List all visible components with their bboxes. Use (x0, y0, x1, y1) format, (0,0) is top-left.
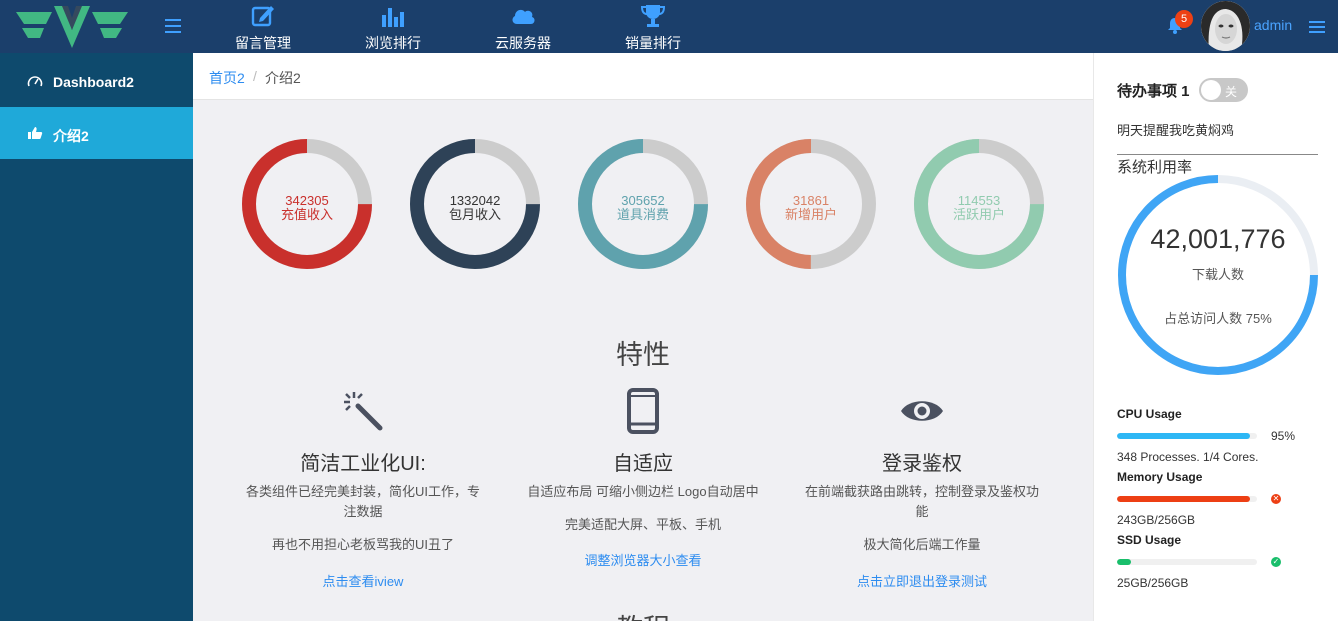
feature-heading: 自适应 (613, 453, 673, 475)
resize-browser-link[interactable]: 调整浏览器大小查看 (513, 550, 773, 569)
memory-usage-fill (1117, 496, 1250, 502)
sidebar-item-intro2[interactable]: 介绍2 (0, 107, 193, 159)
top-navbar: 留言管理 浏览排行 云服务器 销量排行 5 admin (0, 0, 1338, 53)
sidebar-item-label: 介绍2 (53, 128, 89, 144)
stat-label: 包月收入 (448, 207, 501, 222)
nav-label: 浏览排行 (365, 35, 421, 51)
menu-icon[interactable] (1308, 18, 1326, 36)
memory-usage-bar (1117, 496, 1257, 502)
stat-value: 342305 (285, 193, 329, 208)
feature-line: 在前端截获路由跳转，控制登录及鉴权功 (804, 484, 1039, 499)
cpu-usage-info: 348 Processes. 1/4 Cores. (1117, 450, 1259, 464)
stat-ring-new-users: 31861 新增用户 (745, 138, 877, 270)
feature-line: 注数据 (343, 504, 383, 519)
cpu-usage-bar (1117, 433, 1257, 439)
breadcrumb-current: 介绍2 (265, 70, 301, 86)
menu-toggle-icon[interactable] (163, 16, 183, 36)
sidebar-item-dashboard2[interactable]: Dashboard2 (0, 55, 193, 107)
right-panel: 待办事项 1 关 明天提醒我吃黄焖鸡 系统利用率 42,001,776 下载人数… (1093, 53, 1338, 621)
phone-icon (627, 388, 659, 434)
divider (1117, 154, 1318, 155)
ssd-usage-bar (1117, 559, 1257, 565)
ssd-usage-info: 25GB/256GB (1117, 576, 1189, 590)
speedometer-icon (27, 76, 43, 87)
sidebar-item-label: Dashboard2 (53, 74, 134, 90)
iview-link[interactable]: 点击查看iview (233, 571, 493, 590)
breadcrumb-home-link[interactable]: 首页2 (209, 68, 245, 88)
thumbs-up-icon (28, 127, 43, 139)
logo (16, 6, 128, 48)
download-label: 下载人数 (1191, 267, 1244, 282)
download-ratio: 占总访问人数 75% (1164, 311, 1272, 326)
feature-line: 完美适配大屏、平板、手机 (564, 517, 721, 532)
stat-value: 305652 (621, 193, 665, 208)
tutorial-title: 教程 (193, 607, 1093, 621)
stat-value: 114553 (957, 193, 1001, 208)
breadcrumb-separator: / (253, 68, 257, 84)
stat-label: 充值收入 (280, 207, 333, 222)
avatar-image (1201, 1, 1250, 51)
stat-label: 新增用户 (784, 207, 837, 222)
sidebar: Dashboard2 介绍2 (0, 53, 193, 621)
eye-icon (901, 401, 943, 421)
bar-chart-icon (382, 8, 404, 27)
feature-line: 各类组件已经完美封装，简化UI工作，专 (245, 484, 480, 499)
stat-ring-monthly: 1332042 包月收入 (409, 138, 541, 270)
feature-line: 自适应布局 可缩小侧边栏 Logo自动居中 (527, 484, 759, 499)
cpu-usage-fill (1117, 433, 1250, 439)
feature-line: 极大简化后端工作量 (863, 537, 981, 552)
check-icon: ✓ (1271, 557, 1281, 567)
todo-toggle[interactable]: 关 (1199, 78, 1248, 102)
stat-label: 活跃用户 (952, 207, 1005, 222)
notification-badge: 5 (1175, 10, 1193, 28)
memory-usage-title: Memory Usage (1117, 470, 1203, 484)
stat-value: 31861 (792, 193, 830, 208)
edit-icon (251, 6, 274, 27)
cpu-usage-title: CPU Usage (1117, 407, 1182, 421)
cloud-icon (512, 9, 535, 24)
ssd-usage-title: SSD Usage (1117, 533, 1182, 547)
feature-heading: 登录鉴权 (882, 453, 962, 475)
nav-label: 云服务器 (495, 35, 551, 51)
error-icon: ✕ (1271, 494, 1281, 504)
feature-line: 能 (915, 504, 929, 519)
toggle-label: 关 (1225, 85, 1238, 99)
features-title: 特性 (616, 340, 670, 370)
nav-label: 留言管理 (235, 35, 291, 51)
nav-label: 销量排行 (625, 35, 681, 51)
todo-title: 待办事项 1 (1117, 83, 1190, 100)
breadcrumb: 首页2 / 介绍2 (193, 53, 1093, 100)
stat-label: 道具消费 (616, 207, 669, 222)
stat-ring-recharge: 342305 充值收入 (241, 138, 373, 270)
cpu-usage-percent: 95% (1271, 429, 1296, 443)
todo-item: 明天提醒我吃黄焖鸡 (1117, 123, 1235, 138)
stat-ring-active-users: 114553 活跃用户 (913, 138, 1045, 270)
memory-usage-info: 243GB/256GB (1117, 513, 1196, 527)
feature-heading: 简洁工业化UI: (300, 453, 426, 475)
trophy-icon (640, 5, 666, 27)
toggle-knob (1201, 80, 1221, 100)
stat-value: 1332042 (449, 193, 501, 208)
magic-wand-icon (344, 392, 383, 431)
download-count: 42,001,776 (1150, 224, 1286, 254)
feature-line: 再也不用担心老板骂我的UI丑了 (271, 537, 454, 552)
nav-item-messages[interactable]: 留言管理 (213, 0, 313, 53)
stat-ring-items: 305652 道具消费 (577, 138, 709, 270)
nav-item-browse-rank[interactable]: 浏览排行 (343, 0, 443, 53)
logout-test-link[interactable]: 点击立即退出登录测试 (792, 571, 1052, 590)
username[interactable]: admin (1254, 17, 1292, 33)
ssd-usage-fill (1117, 559, 1131, 565)
nav-item-cloud-server[interactable]: 云服务器 (473, 0, 573, 53)
avatar[interactable] (1201, 1, 1250, 51)
nav-item-sales-rank[interactable]: 销量排行 (603, 0, 703, 53)
